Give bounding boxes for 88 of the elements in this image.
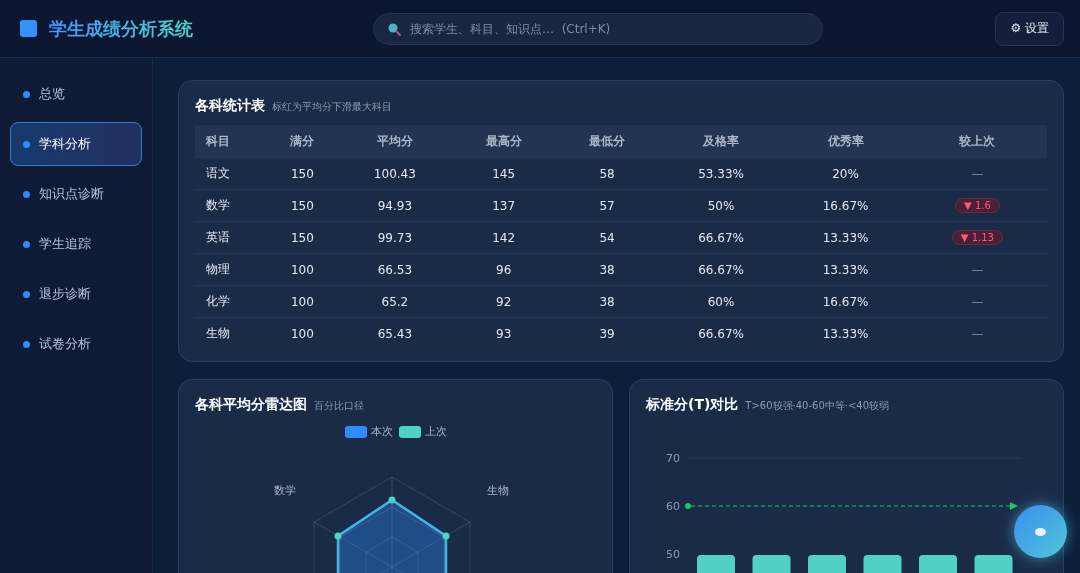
nav-item[interactable]: 退步诊断 — [10, 272, 142, 316]
table-cell: 66.67% — [658, 221, 784, 254]
table-cell: 100.43 — [337, 157, 452, 190]
card-title: 标准分(T)对比 — [646, 396, 739, 414]
legend-label[interactable]: 上次 — [424, 424, 447, 439]
card-title: 各科平均分雷达图 — [195, 396, 307, 414]
table-cell: 99.73 — [337, 221, 452, 254]
table-cell: 16.67% — [783, 285, 908, 318]
column-header: 平均分 — [337, 125, 452, 158]
table-cell: 145 — [452, 157, 556, 190]
table-cell: 100 — [267, 285, 338, 318]
settings-button[interactable]: ⚙ 设置 — [995, 11, 1064, 46]
column-header: 最高分 — [452, 125, 556, 158]
line-start-dot — [685, 503, 691, 509]
table-cell: 58 — [555, 157, 659, 190]
no-change-mark: — — [971, 262, 984, 277]
table-cell: 66.53 — [337, 253, 452, 286]
table-cell: 13.33% — [783, 317, 908, 349]
table-cell: 92 — [452, 285, 556, 318]
nav-item[interactable]: 知识点诊断 — [10, 172, 142, 216]
legend-label[interactable]: 本次 — [370, 424, 393, 439]
decline-badge: ▼ 1.13 — [951, 230, 1003, 245]
table-cell: 50% — [658, 189, 784, 222]
table-cell: 13.33% — [783, 221, 908, 254]
search-field[interactable]: 搜索学生、科目、知识点… (Ctrl+K) — [373, 12, 823, 45]
card-subtitle: 标红为平均分下滑最大科目 — [272, 100, 392, 114]
table-cell: 生物 — [195, 317, 267, 349]
y-tick-label: 60 — [666, 500, 680, 513]
arrow-head-icon — [1010, 502, 1018, 510]
table-cell: 137 — [452, 189, 556, 222]
card-title: 各科统计表 — [195, 97, 265, 115]
table-cell: 54 — [555, 221, 659, 254]
table-cell: 38 — [555, 253, 659, 286]
no-change-mark: — — [971, 166, 984, 181]
table-cell: 53.33% — [658, 157, 784, 190]
table-cell: 38 — [555, 285, 659, 318]
table-cell: 数学 — [195, 189, 267, 222]
axis-label: 数学 — [274, 483, 296, 498]
table-cell: 150 — [267, 189, 338, 222]
decline-badge: ▼ 1.6 — [955, 198, 1000, 213]
card-subtitle: 百分比口径 — [314, 399, 364, 413]
logo-icon — [20, 20, 37, 37]
table-cell: 65.43 — [337, 317, 452, 349]
table-cell: 57 — [555, 189, 659, 222]
table-cell: 60% — [658, 285, 784, 318]
bar — [752, 554, 791, 573]
table-cell: 物理 — [195, 253, 267, 286]
column-header: 优秀率 — [783, 125, 908, 158]
y-tick-label: 70 — [666, 452, 680, 465]
column-header: 满分 — [267, 125, 338, 158]
column-header: 最低分 — [555, 125, 659, 158]
no-change-mark: — — [971, 294, 984, 309]
search-icon — [387, 21, 401, 36]
bar — [974, 554, 1013, 573]
table-cell: 化学 — [195, 285, 267, 318]
table-cell: 65.2 — [337, 285, 452, 318]
column-header: 科目 — [195, 125, 267, 158]
bar — [863, 554, 902, 573]
nav-item[interactable]: 学科分析 — [10, 122, 142, 166]
bar — [919, 554, 957, 573]
nav-item[interactable]: 试卷分析 — [10, 322, 142, 366]
table-cell: 100 — [267, 317, 338, 349]
app-title: 学生成绩分析系统 — [49, 16, 193, 41]
column-header: 较上次 — [907, 125, 1047, 158]
table-cell: 66.67% — [658, 253, 784, 286]
table-cell: 150 — [267, 221, 338, 254]
table-cell: 100 — [267, 253, 338, 286]
table-cell: 150 — [267, 157, 338, 190]
nav-item[interactable]: 总览 — [10, 72, 142, 116]
card-subtitle: T>60较强·40-60中等·<40较弱 — [745, 399, 890, 413]
bar — [697, 554, 735, 573]
table-cell: 94.93 — [337, 189, 452, 222]
y-tick-label: 50 — [666, 548, 680, 561]
table-cell: 66.67% — [658, 317, 784, 349]
table-cell: 语文 — [195, 157, 267, 190]
column-header: 及格率 — [658, 125, 784, 158]
nav-item[interactable]: 学生追踪 — [10, 222, 142, 266]
table-cell: 16.67% — [783, 189, 908, 222]
no-change-mark: — — [971, 326, 984, 341]
table-cell: 20% — [783, 157, 908, 190]
table-cell: 93 — [452, 317, 556, 349]
table-cell: 142 — [452, 221, 556, 254]
bar — [808, 554, 846, 573]
table-cell: 英语 — [195, 221, 267, 254]
table-cell: 13.33% — [783, 253, 908, 286]
table-cell: 96 — [452, 253, 556, 286]
axis-label: 生物 — [487, 483, 509, 498]
table-cell: 39 — [555, 317, 659, 349]
